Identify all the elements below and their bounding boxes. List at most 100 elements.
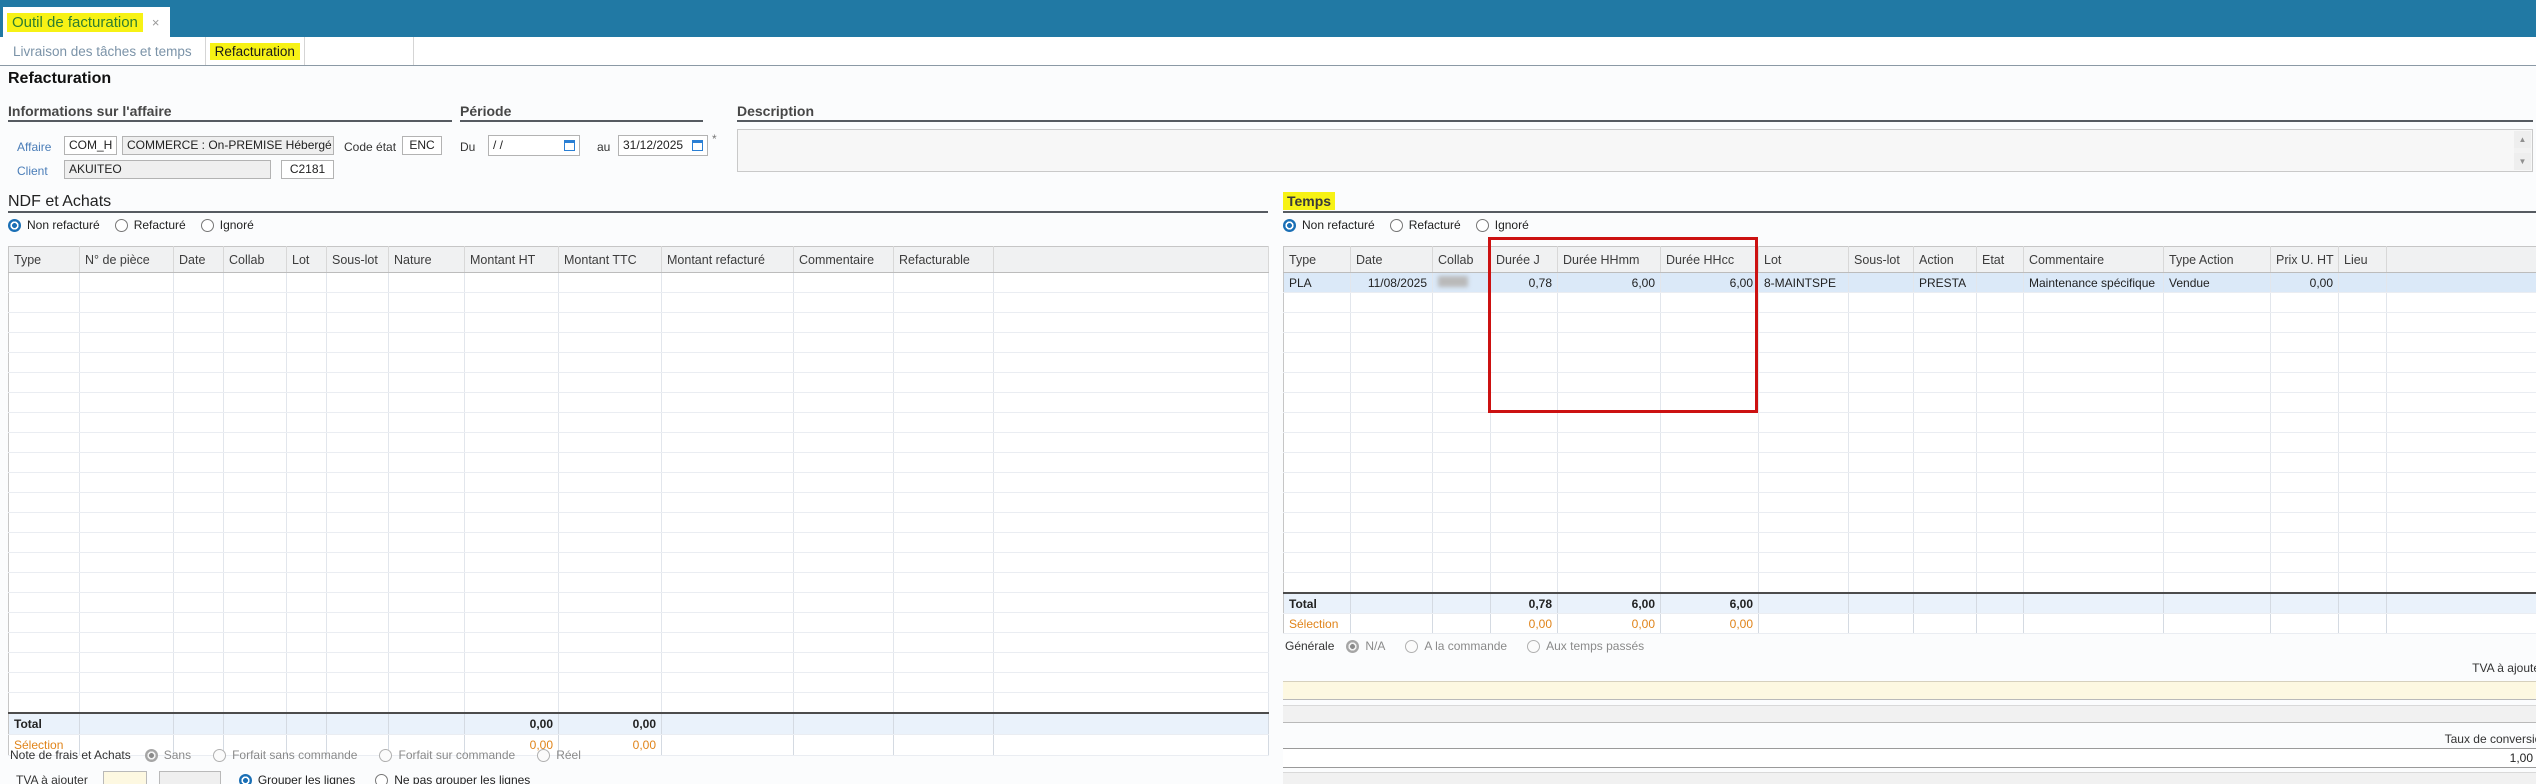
radio-unselected-disabled[interactable] (379, 749, 392, 762)
col-lot[interactable]: Lot (1759, 247, 1849, 273)
radio-label: Aux temps passés (1546, 639, 1644, 653)
radio-ignore[interactable] (201, 219, 214, 232)
table-row-empty (9, 373, 1269, 393)
radio-option-forfait-sans-commande[interactable]: Forfait sans commande (213, 748, 357, 762)
client-code-field[interactable]: C2181 (281, 160, 334, 179)
col-action[interactable]: Action (1914, 247, 1977, 273)
tab-refacturation[interactable]: Refacturation (206, 37, 305, 65)
au-date-field[interactable]: 31/12/2025 (618, 135, 708, 156)
table-row-empty (9, 573, 1269, 593)
radio-option-na[interactable]: N/A (1346, 639, 1385, 653)
scroll-up-icon[interactable] (2514, 131, 2531, 148)
col-type[interactable]: Type (9, 247, 80, 273)
col-refacturable[interactable]: Refacturable (894, 247, 994, 273)
temps-selection-row: Sélection 0,00 0,00 0,00 (1284, 614, 2536, 634)
affaire-name-field[interactable]: COMMERCE : On-PREMISE Hébergé (122, 136, 334, 155)
col-date[interactable]: Date (1351, 247, 1433, 273)
description-textarea[interactable] (737, 129, 2533, 172)
tab-livraison-des-taches-et-temps[interactable]: Livraison des tâches et temps (0, 37, 206, 65)
bottom-field-band[interactable] (1283, 772, 2536, 784)
col-spacer (994, 247, 1269, 273)
radio-option-sans[interactable]: Sans (145, 748, 191, 762)
col-date[interactable]: Date (174, 247, 224, 273)
radio-ignore[interactable] (1476, 219, 1489, 232)
radio-unselected[interactable] (375, 774, 388, 784)
col-commentaire[interactable]: Commentaire (794, 247, 894, 273)
col-type[interactable]: Type (1284, 247, 1351, 273)
radio-option-grouper-les-lignes[interactable]: Grouper les lignes (239, 773, 355, 784)
taux-de-conversion-field[interactable]: 1,00 (1283, 748, 2536, 768)
section-description: Description (737, 103, 2533, 122)
col-lot[interactable]: Lot (287, 247, 327, 273)
radio-refacture[interactable] (115, 219, 128, 232)
table-row-empty (1284, 553, 2536, 573)
radio-selected[interactable] (239, 774, 252, 784)
col-commentaire[interactable]: Commentaire (2024, 247, 2164, 273)
col-sous-lot[interactable]: Sous-lot (1849, 247, 1914, 273)
client-name-field[interactable]: AKUITEO (64, 160, 271, 179)
col-duree-j[interactable]: Durée J (1491, 247, 1558, 273)
temps-data-row[interactable]: PLA 11/08/2025 0,78 6,00 6,00 8-MAINTSPE… (1284, 273, 2536, 293)
close-icon[interactable] (152, 16, 160, 29)
section-title-highlighted: Temps (1283, 192, 1335, 210)
radio-option-forfait-sur-commande[interactable]: Forfait sur commande (379, 748, 515, 762)
total-duree-hhcc: 6,00 (1661, 593, 1759, 614)
radio-unselected-disabled[interactable] (1527, 640, 1540, 653)
col-montant-ht[interactable]: Montant HT (465, 247, 559, 273)
scroll-down-icon[interactable] (2514, 153, 2531, 170)
radio-selected-disabled[interactable] (1346, 640, 1359, 653)
col-montant-refacture[interactable]: Montant refacturé (662, 247, 794, 273)
affaire-label: Affaire (17, 140, 51, 154)
col-montant-ttc[interactable]: Montant TTC (559, 247, 662, 273)
col-duree-hhmm[interactable]: Durée HHmm (1558, 247, 1661, 273)
code-etat-field[interactable]: ENC (402, 136, 442, 155)
col-type-action[interactable]: Type Action (2164, 247, 2271, 273)
col-nature[interactable]: Nature (389, 247, 465, 273)
tva-input[interactable] (103, 771, 147, 784)
col-no-de-piece[interactable]: N° de pièce (80, 247, 174, 273)
radio-selected-disabled[interactable] (145, 749, 158, 762)
cell-collab (1433, 273, 1491, 293)
col-sous-lot[interactable]: Sous-lot (327, 247, 389, 273)
col-etat[interactable]: Etat (1977, 247, 2024, 273)
du-date-field[interactable]: / / (488, 135, 580, 156)
radio-non-refacture[interactable] (1283, 219, 1296, 232)
calendar-icon[interactable] (692, 140, 703, 151)
radio-refacture[interactable] (1390, 219, 1403, 232)
col-spacer (2387, 247, 2536, 273)
tab-label: Livraison des tâches et temps (13, 44, 192, 59)
radio-option-ne-pas-grouper[interactable]: Ne pas grouper les lignes (375, 773, 530, 784)
cell-date: 11/08/2025 (1351, 273, 1433, 293)
description-scrollbar[interactable] (2514, 131, 2531, 170)
code-etat-label: Code état (344, 140, 396, 154)
col-collab[interactable]: Collab (224, 247, 287, 273)
table-row-empty (9, 293, 1269, 313)
radio-option-a-la-commande[interactable]: A la commande (1405, 639, 1507, 653)
app-tab-outil-de-facturation[interactable]: Outil de facturation (3, 7, 170, 37)
cell-lot: 8-MAINTSPE (1759, 273, 1849, 293)
table-row-empty (9, 433, 1269, 453)
total-label: Total (1284, 593, 1351, 614)
radio-option-reel[interactable]: Réel (537, 748, 581, 762)
col-lieu[interactable]: Lieu (2339, 247, 2387, 273)
secondary-field-band[interactable] (1283, 705, 2536, 723)
ndf-achats-table: Type N° de pièce Date Collab Lot Sous-lo… (8, 246, 1269, 756)
radio-unselected-disabled[interactable] (1405, 640, 1418, 653)
calendar-icon[interactable] (564, 140, 575, 151)
col-prix-u-ht[interactable]: Prix U. HT (2271, 247, 2339, 273)
col-duree-hhcc[interactable]: Durée HHcc (1661, 247, 1759, 273)
affaire-code-field[interactable]: COM_H (64, 136, 117, 155)
tva-input-band[interactable] (1283, 681, 2536, 700)
radio-non-refacture[interactable] (8, 219, 21, 232)
tva-secondary-field[interactable] (159, 771, 221, 784)
table-row-empty (1284, 413, 2536, 433)
radio-unselected-disabled[interactable] (213, 749, 226, 762)
table-row-empty (9, 513, 1269, 533)
radio-option-aux-temps-passes[interactable]: Aux temps passés (1527, 639, 1644, 653)
total-duree-hhmm: 6,00 (1558, 593, 1661, 614)
radio-label: Sans (164, 748, 191, 762)
radio-unselected-disabled[interactable] (537, 749, 550, 762)
table-row-empty (9, 353, 1269, 373)
col-collab[interactable]: Collab (1433, 247, 1491, 273)
table-header-row: Type Date Collab Durée J Durée HHmm Duré… (1284, 247, 2536, 273)
